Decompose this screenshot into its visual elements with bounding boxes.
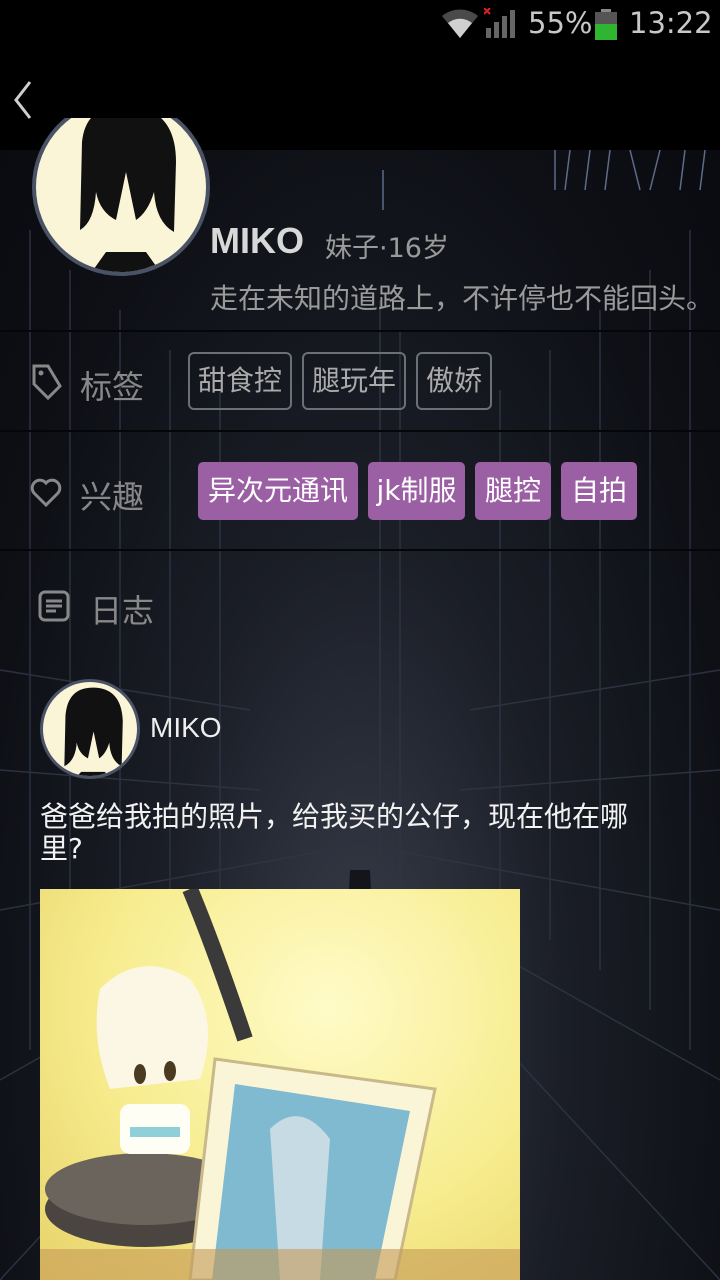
tag-chip[interactable]: 甜食控 [188,352,292,410]
post-author-name[interactable]: MIKO [150,712,222,744]
clock: 13:22 [629,6,713,40]
signal-icon [484,8,515,38]
wifi-icon [442,9,478,38]
photo-illustration [40,889,520,1280]
profile-motto: 走在未知的道路上，不许停也不能回头。 [210,282,715,315]
heart-icon [30,478,62,508]
tag-chip[interactable]: 傲娇 [416,352,492,410]
interest-chip[interactable]: jk制服 [368,462,465,520]
profile-avatar[interactable] [32,118,210,280]
chevron-left-icon[interactable] [8,78,40,122]
divider [0,549,720,551]
journal-label: 日志 [90,592,155,630]
tags-label: 标签 [80,368,145,406]
tag-icon [32,364,62,401]
status-bar: 55% 13:22 [0,0,720,50]
post-author-avatar[interactable] [40,679,140,779]
divider [0,430,720,432]
tag-chip[interactable]: 腿玩年 [302,352,406,410]
silhouette-icon [80,118,176,272]
battery-icon [595,9,617,40]
battery-percentage: 55% [528,6,593,40]
divider [0,330,720,332]
interests-label: 兴趣 [80,478,145,516]
post-text: 爸爸给我拍的照片，给我买的公仔，现在他在哪里? [40,800,629,865]
profile-gender-age: 妹子·16岁 [325,233,449,264]
interest-chip[interactable]: 腿控 [475,462,551,520]
interest-chip[interactable]: 自拍 [561,462,637,520]
interest-chip[interactable]: 异次元通讯 [198,462,358,520]
post-photo[interactable] [40,889,520,1280]
profile-name: MIKO [210,220,304,261]
journal-icon [38,590,70,622]
